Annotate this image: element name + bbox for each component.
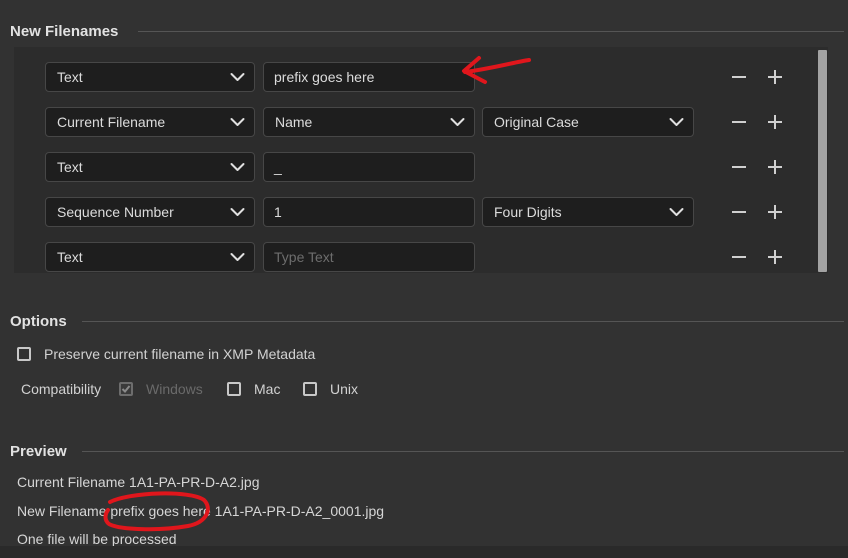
rule-row-4: Sequence Number 1 Four Digits — [0, 197, 848, 227]
windows-checkbox[interactable] — [119, 382, 133, 396]
windows-label: Windows — [146, 381, 203, 397]
row-4-remove-button[interactable] — [730, 203, 748, 221]
row-2-case-label: Original Case — [494, 114, 579, 130]
row-4-number-field[interactable]: 1 — [263, 197, 475, 227]
row-1-text-value: prefix goes here — [274, 69, 375, 85]
preserve-filename-checkbox[interactable] — [17, 347, 31, 361]
row-5-type-label: Text — [57, 249, 83, 265]
chevron-down-icon — [230, 253, 245, 261]
chevron-down-icon — [230, 163, 245, 171]
row-1-add-button[interactable] — [766, 68, 784, 86]
chevron-down-icon — [669, 118, 684, 126]
preview-current-filename: Current Filename 1A1-PA-PR-D-A2.jpg — [17, 474, 260, 490]
row-2-name-label: Name — [275, 114, 313, 130]
row-5-type-dropdown[interactable]: Text — [45, 242, 255, 272]
compatibility-label: Compatibility — [21, 381, 102, 397]
rule-row-2: Current Filename Name Original Case — [0, 107, 848, 137]
row-1-type-dropdown[interactable]: Text — [45, 62, 255, 92]
preserve-filename-label: Preserve current filename in XMP Metadat… — [44, 346, 316, 362]
row-4-number-value: 1 — [274, 204, 282, 220]
row-4-type-dropdown[interactable]: Sequence Number — [45, 197, 255, 227]
bottom-strip — [0, 546, 848, 558]
row-3-add-button[interactable] — [766, 158, 784, 176]
chevron-down-icon — [230, 73, 245, 81]
row-4-digits-label: Four Digits — [494, 204, 562, 220]
preview-title: Preview — [10, 443, 67, 460]
chevron-down-icon — [450, 118, 465, 126]
row-4-type-label: Sequence Number — [57, 204, 174, 220]
row-2-case-dropdown[interactable]: Original Case — [482, 107, 694, 137]
unix-checkbox[interactable] — [303, 382, 317, 396]
row-2-remove-button[interactable] — [730, 113, 748, 131]
row-2-name-dropdown[interactable]: Name — [263, 107, 475, 137]
row-4-add-button[interactable] — [766, 203, 784, 221]
row-3-remove-button[interactable] — [730, 158, 748, 176]
row-5-add-button[interactable] — [766, 248, 784, 266]
preview-file-count: One file will be processed — [17, 531, 177, 547]
checkmark-icon — [121, 385, 131, 393]
row-3-type-dropdown[interactable]: Text — [45, 152, 255, 182]
row-1-remove-button[interactable] — [730, 68, 748, 86]
new-filenames-title: New Filenames — [10, 23, 119, 40]
row-3-type-label: Text — [57, 159, 83, 175]
options-title: Options — [10, 313, 67, 330]
row-4-digits-dropdown[interactable]: Four Digits — [482, 197, 694, 227]
mac-label: Mac — [254, 381, 281, 397]
preview-new-filename-rest: 1A1-PA-PR-D-A2_0001.jpg — [214, 503, 385, 519]
row-1-type-label: Text — [57, 69, 83, 85]
chevron-down-icon — [230, 208, 245, 216]
chevron-down-icon — [230, 118, 245, 126]
row-3-text-value: _ — [274, 159, 282, 175]
row-2-add-button[interactable] — [766, 113, 784, 131]
rule-row-3: Text _ — [0, 152, 848, 182]
preview-divider — [82, 451, 844, 452]
row-2-type-label: Current Filename — [57, 114, 166, 130]
preview-new-filename: New Filename prefix goes here 1A1-PA-PR-… — [17, 503, 384, 519]
options-divider — [82, 321, 844, 322]
rule-row-5: Text Type Text — [0, 242, 848, 272]
chevron-down-icon — [669, 208, 684, 216]
unix-label: Unix — [330, 381, 359, 397]
row-2-type-dropdown[interactable]: Current Filename — [45, 107, 255, 137]
preview-new-filename-highlight: prefix goes here — [110, 503, 215, 519]
row-5-remove-button[interactable] — [730, 248, 748, 266]
row-3-text-field[interactable]: _ — [263, 152, 475, 182]
rule-row-1: Text prefix goes here — [0, 62, 848, 92]
row-5-text-placeholder: Type Text — [274, 249, 334, 265]
mac-checkbox[interactable] — [227, 382, 241, 396]
row-1-text-field[interactable]: prefix goes here — [263, 62, 475, 92]
new-filenames-divider — [138, 31, 844, 32]
preview-new-filename-prefix: New Filename — [17, 503, 111, 519]
row-5-text-field[interactable]: Type Text — [263, 242, 475, 272]
